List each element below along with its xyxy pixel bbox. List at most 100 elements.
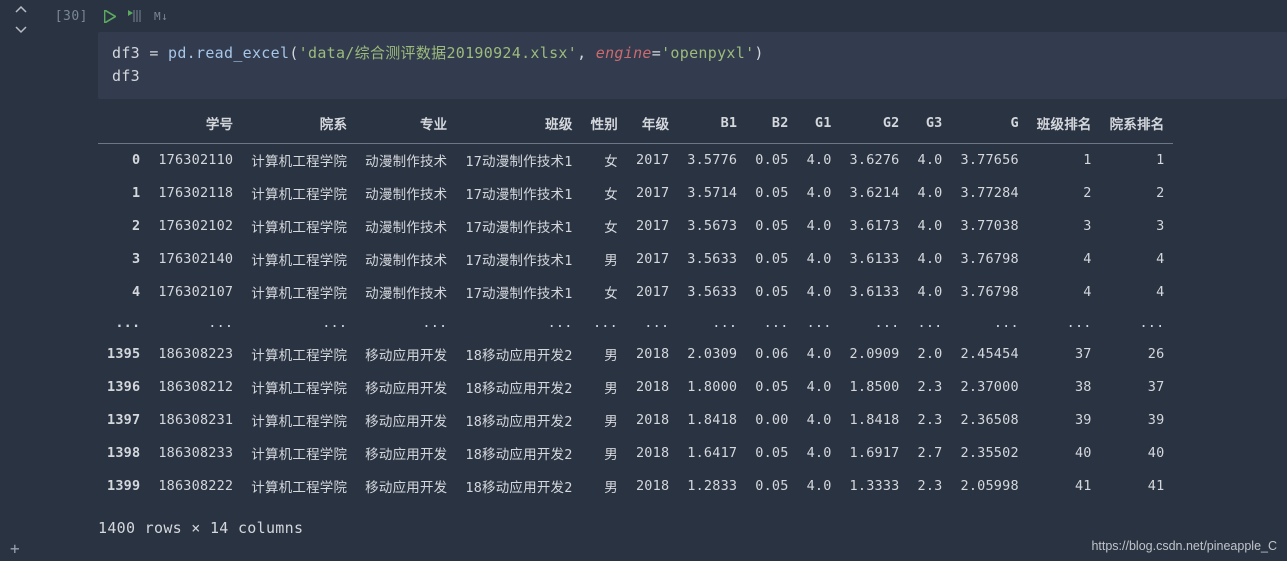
markdown-toggle[interactable]: M↓ <box>154 10 168 23</box>
cell-value: ... <box>149 309 242 338</box>
add-cell-icon[interactable]: + <box>10 539 20 558</box>
cell-value: 女 <box>582 210 627 243</box>
cell-value: 176302102 <box>149 210 242 243</box>
cell-value: 男 <box>582 371 627 404</box>
cell-value: 3.5633 <box>678 276 746 309</box>
cell-value: 186308212 <box>149 371 242 404</box>
cell-value: 2018 <box>627 470 678 503</box>
cell-value: 2.36508 <box>952 404 1028 437</box>
col-header: 院系排名 <box>1101 111 1174 144</box>
cell-value: 4.0 <box>798 371 841 404</box>
cell-value: 1.6917 <box>841 437 909 470</box>
prompt-row: [30] M↓ <box>42 0 1287 32</box>
cell-value: 男 <box>582 243 627 276</box>
col-header: G2 <box>841 111 909 144</box>
cell-value: 18移动应用开发2 <box>456 371 581 404</box>
table-row: 2176302102计算机工程学院动漫制作技术17动漫制作技术1女20173.5… <box>98 210 1173 243</box>
cell-value: 186308233 <box>149 437 242 470</box>
cell-value: 移动应用开发 <box>356 371 456 404</box>
cell-value: 4.0 <box>798 338 841 371</box>
cell-value: 移动应用开发 <box>356 437 456 470</box>
col-header: 专业 <box>356 111 456 144</box>
collapse-down-icon[interactable] <box>14 23 28 37</box>
cell-value: 1.6417 <box>678 437 746 470</box>
cell-value: 4 <box>1101 276 1174 309</box>
cell-value: ... <box>456 309 581 338</box>
run-below-icon[interactable] <box>128 10 142 22</box>
cell-value: 2.0309 <box>678 338 746 371</box>
cell-value: 3.76798 <box>952 243 1028 276</box>
cell-value: 37 <box>1028 338 1101 371</box>
notebook-cell: [30] M↓ df3 = pd.read_excel('data/综合测评数据 <box>0 0 1287 537</box>
cell-value: 2.3 <box>909 470 952 503</box>
index-corner <box>98 111 149 144</box>
collapse-up-icon[interactable] <box>14 3 28 17</box>
cell-value: 1 <box>1028 143 1101 177</box>
cell-value: 39 <box>1028 404 1101 437</box>
cell-value: 3.6214 <box>841 177 909 210</box>
run-cell-icon[interactable] <box>104 10 116 23</box>
cell-value: 17动漫制作技术1 <box>456 177 581 210</box>
cell-value: 女 <box>582 177 627 210</box>
cell-value: 计算机工程学院 <box>242 470 356 503</box>
table-row: 1395186308223计算机工程学院移动应用开发18移动应用开发2男2018… <box>98 338 1173 371</box>
cell-value: 3.77656 <box>952 143 1028 177</box>
cell-value: 0.05 <box>746 470 797 503</box>
cell-value: 17动漫制作技术1 <box>456 143 581 177</box>
cell-value: ... <box>952 309 1028 338</box>
cell-value: 40 <box>1101 437 1174 470</box>
table-row: 0176302110计算机工程学院动漫制作技术17动漫制作技术1女20173.5… <box>98 143 1173 177</box>
cell-value: 4.0 <box>798 276 841 309</box>
cell-value: 动漫制作技术 <box>356 276 456 309</box>
cell-value: ... <box>242 309 356 338</box>
table-row: 1397186308231计算机工程学院移动应用开发18移动应用开发2男2018… <box>98 404 1173 437</box>
cell-value: 2017 <box>627 143 678 177</box>
cell-value: 3 <box>1028 210 1101 243</box>
cell-value: ... <box>746 309 797 338</box>
cell-value: 38 <box>1028 371 1101 404</box>
cell-value: 3.5776 <box>678 143 746 177</box>
cell-value: 动漫制作技术 <box>356 210 456 243</box>
cell-value: 3.5633 <box>678 243 746 276</box>
cell-value: 3.6133 <box>841 276 909 309</box>
cell-value: 0.05 <box>746 371 797 404</box>
cell-value: 0.05 <box>746 143 797 177</box>
code-editor[interactable]: df3 = pd.read_excel('data/综合测评数据20190924… <box>98 32 1287 99</box>
cell-value: 18移动应用开发2 <box>456 338 581 371</box>
cell-value: 186308222 <box>149 470 242 503</box>
cell-value: ... <box>678 309 746 338</box>
cell-value: 176302140 <box>149 243 242 276</box>
cell-value: 1.8418 <box>678 404 746 437</box>
cell-value: ... <box>841 309 909 338</box>
cell-value: 4.0 <box>798 143 841 177</box>
cell-value: 1 <box>1101 143 1174 177</box>
cell-value: 2.0909 <box>841 338 909 371</box>
cell-value: ... <box>1101 309 1174 338</box>
cell-value: 女 <box>582 276 627 309</box>
cell-value: 4.0 <box>909 177 952 210</box>
cell-value: 40 <box>1028 437 1101 470</box>
cell-value: 2017 <box>627 210 678 243</box>
col-header: G3 <box>909 111 952 144</box>
watermark: https://blog.csdn.net/pineapple_C <box>1091 539 1277 553</box>
cell-value: 1.8418 <box>841 404 909 437</box>
cell-value: 3.5714 <box>678 177 746 210</box>
dataframe-table: 学号 院系 专业 班级 性别 年级 B1 B2 G1 G2 G3 G 班级排名 … <box>98 111 1173 503</box>
row-index: 4 <box>98 276 149 309</box>
cell-value: 计算机工程学院 <box>242 437 356 470</box>
cell-value: 4 <box>1028 276 1101 309</box>
cell-value: 4.0 <box>909 143 952 177</box>
cell-value: 3.76798 <box>952 276 1028 309</box>
cell-value: 男 <box>582 470 627 503</box>
row-index: ... <box>98 309 149 338</box>
cell-value: 0.05 <box>746 177 797 210</box>
cell-value: 移动应用开发 <box>356 470 456 503</box>
cell-value: 2 <box>1101 177 1174 210</box>
col-header: 年级 <box>627 111 678 144</box>
row-index: 1397 <box>98 404 149 437</box>
cell-value: 3.6173 <box>841 210 909 243</box>
cell-value: 4.0 <box>798 404 841 437</box>
table-row: ........................................… <box>98 309 1173 338</box>
cell-value: 0.05 <box>746 276 797 309</box>
cell-value: 2018 <box>627 437 678 470</box>
